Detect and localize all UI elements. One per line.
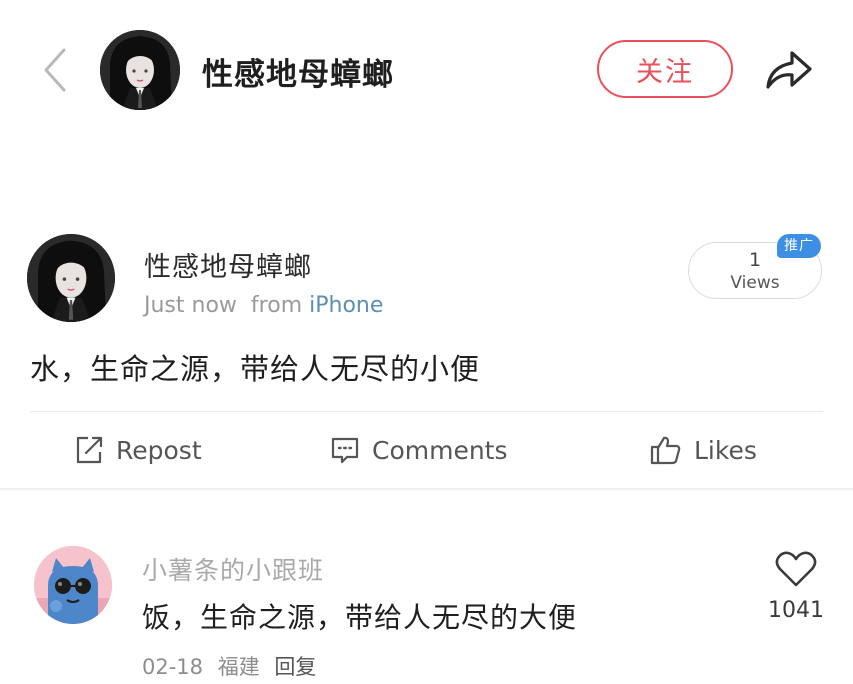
comment-date: 02-18 xyxy=(142,655,204,679)
post-meta: Just now from iPhone xyxy=(144,293,383,318)
repost-label: Repost xyxy=(116,435,202,465)
reply-button[interactable]: 回复 xyxy=(274,655,316,679)
comment-bubble-icon xyxy=(331,437,359,464)
post-author-avatar[interactable] xyxy=(27,234,115,322)
post-source: iPhone xyxy=(309,293,384,318)
chevron-left-icon xyxy=(44,48,66,92)
repost-icon xyxy=(76,436,103,464)
comments-label: Comments xyxy=(372,435,508,465)
avatar-image xyxy=(34,546,112,624)
commenter-avatar[interactable] xyxy=(34,546,112,624)
post-author-name[interactable]: 性感地母蟑螂 xyxy=(144,245,312,284)
section-divider xyxy=(0,488,853,490)
comment-meta: 02-18 福建 回复 xyxy=(142,651,324,681)
nav-avatar[interactable] xyxy=(100,30,180,110)
post-from-word: from xyxy=(250,293,303,318)
top-nav-bar: 性感地母蟑螂 关注 xyxy=(0,0,853,140)
heart-icon xyxy=(775,551,817,587)
avatar-image xyxy=(27,234,115,322)
comment-location: 福建 xyxy=(217,655,260,679)
likes-button[interactable]: Likes xyxy=(650,428,757,472)
commenter-name[interactable]: 小薯条的小跟班 xyxy=(142,551,324,587)
avatar-image xyxy=(100,30,180,110)
divider xyxy=(30,411,823,412)
comment-like-count: 1041 xyxy=(768,598,824,623)
comments-button[interactable]: Comments xyxy=(330,428,508,472)
share-arrow-icon xyxy=(766,51,812,89)
repost-button[interactable]: Repost xyxy=(74,428,202,472)
promo-badge: 推广 xyxy=(777,234,821,258)
post-time: Just now xyxy=(144,293,237,318)
comment-body: 饭，生命之源，带给人无尽的大便 xyxy=(142,601,578,634)
follow-button[interactable]: 关注 xyxy=(597,40,733,98)
post-body: 水，生命之源，带给人无尽的小便 xyxy=(30,352,481,386)
views-label: Views xyxy=(730,273,780,293)
back-button[interactable] xyxy=(34,44,74,96)
comment-like-button[interactable] xyxy=(774,549,818,589)
nav-username[interactable]: 性感地母蟑螂 xyxy=(202,49,394,94)
share-button[interactable] xyxy=(762,46,816,94)
thumbs-up-icon xyxy=(650,436,681,465)
likes-label: Likes xyxy=(694,435,757,465)
